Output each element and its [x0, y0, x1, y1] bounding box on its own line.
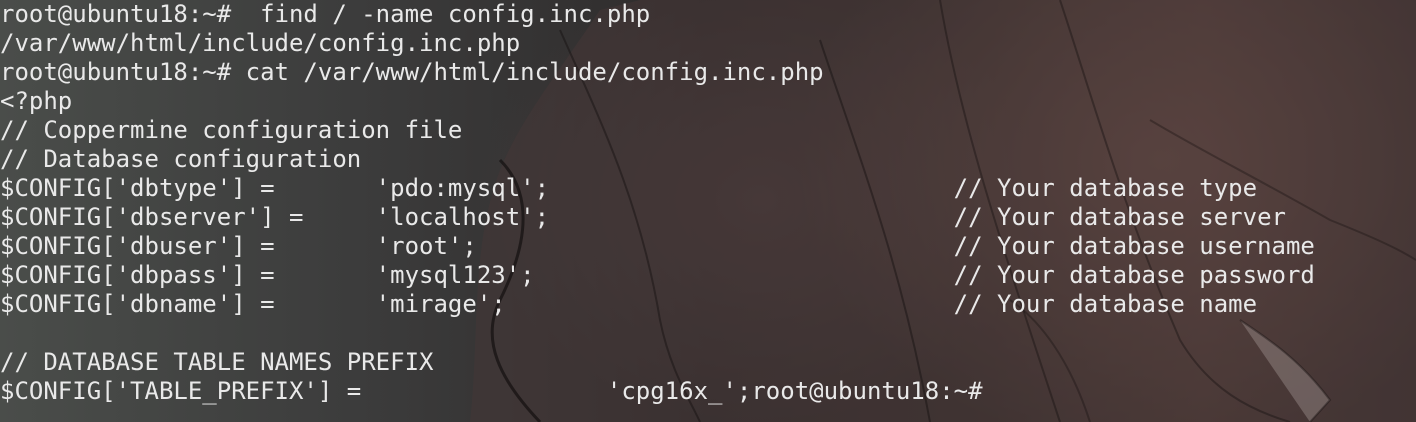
terminal-line-3: root@ubuntu18:~# cat /var/www/html/inclu… [0, 58, 824, 86]
terminal-line-13: // DATABASE TABLE NAMES PREFIX [0, 348, 434, 376]
terminal-line-7: $CONFIG['dbtype'] = 'pdo:mysql'; // Your… [0, 174, 1258, 202]
terminal-line-4: <?php [0, 87, 73, 115]
terminal-line-5: // Coppermine configuration file [0, 116, 463, 144]
terminal-line-2: /var/www/html/include/config.inc.php [0, 29, 521, 57]
terminal-line-6: // Database configuration [0, 145, 362, 173]
terminal-window[interactable]: root@ubuntu18:~# find / -name config.inc… [0, 0, 1416, 422]
terminal-output[interactable]: root@ubuntu18:~# find / -name config.inc… [0, 0, 1416, 406]
terminal-line-1: root@ubuntu18:~# find / -name config.inc… [0, 0, 651, 28]
terminal-line-8: $CONFIG['dbserver'] = 'localhost'; // Yo… [0, 203, 1286, 231]
terminal-line-9: $CONFIG['dbuser'] = 'root'; // Your data… [0, 232, 1315, 260]
terminal-line-10: $CONFIG['dbpass'] = 'mysql123'; // Your … [0, 261, 1315, 289]
terminal-line-12 [0, 319, 1416, 348]
terminal-line-14: $CONFIG['TABLE_PREFIX'] = 'cpg16x_';root… [0, 377, 983, 405]
terminal-line-11: $CONFIG['dbname'] = 'mirage'; // Your da… [0, 290, 1258, 318]
